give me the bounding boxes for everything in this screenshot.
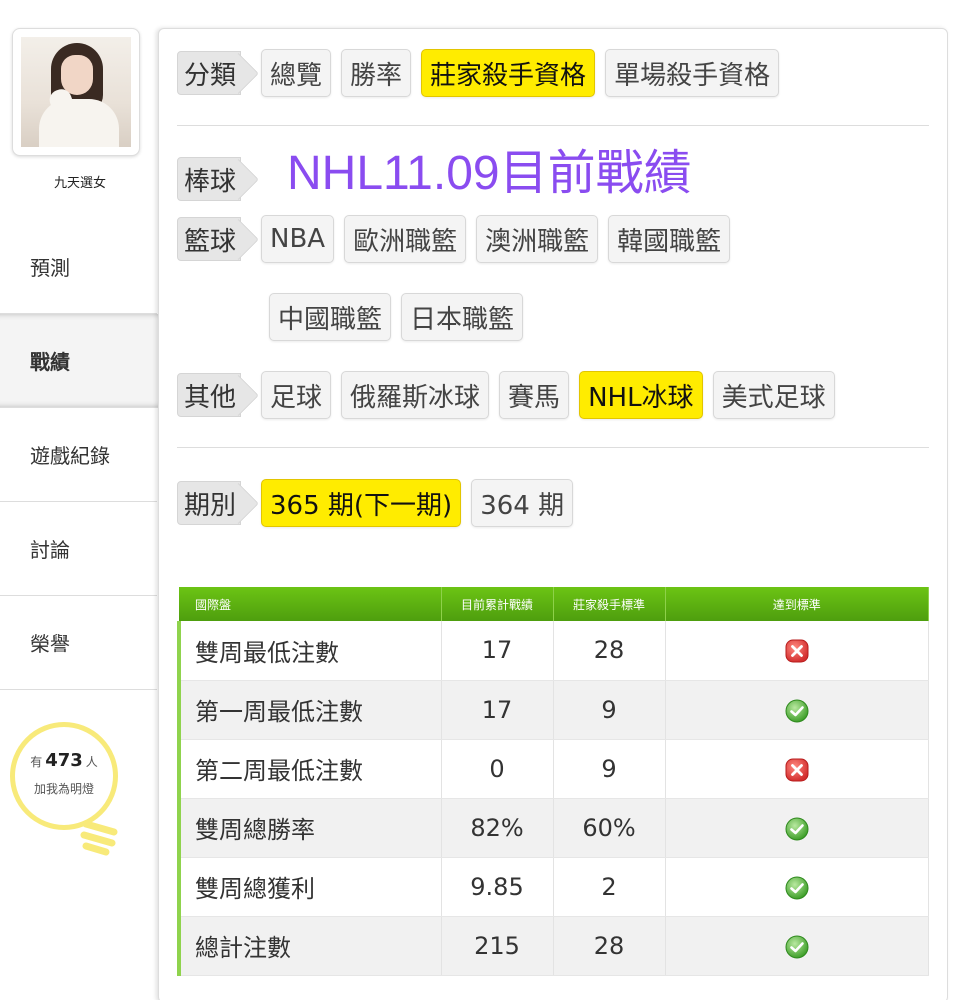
table-header-row: 國際盤 目前累計戰績 莊家殺手標準 達到標準 [179,587,929,621]
fan-label: 加我為明燈 [33,782,94,796]
row-current-value: 0 [441,739,554,799]
check-icon [785,932,809,960]
row-current-value: 215 [441,916,554,976]
main-panel: 分類 總覽 勝率 莊家殺手資格 單場殺手資格 棒球 NHL11.09目前戰績 籃… [158,28,948,1000]
row-status [665,916,929,976]
row-metric-name: 雙周總獲利 [177,857,442,917]
record-table: 國際盤 目前累計戰績 莊家殺手標準 達到標準 雙周最低注數 17 28 第一周最低注數… [177,587,929,976]
row-metric-name: 第一周最低注數 [177,680,442,740]
row-standard-value: 9 [553,739,666,799]
category-winrate-button[interactable]: 勝率 [341,49,412,97]
row-current-value: 9.85 [441,857,554,917]
period-364-button[interactable]: 364 期 [471,479,574,527]
league-china-basketball-button[interactable]: 中國職籃 [269,293,392,341]
row-standard-value: 28 [553,916,666,976]
baseball-row: 棒球 [177,157,261,201]
basketball-row-2: 中國職籃 日本職籃 [269,293,533,341]
league-nba-button[interactable]: NBA [261,215,335,263]
check-icon [785,696,809,724]
league-aus-basketball-button[interactable]: 澳洲職籃 [476,215,599,263]
table-row: 雙周總獲利 9.85 2 [177,857,929,917]
page-title: NHL11.09目前戰績 [287,147,692,200]
other-row: 其他 足球 俄羅斯冰球 賽馬 NHL冰球 美式足球 [177,371,845,419]
row-metric-name: 雙周最低注數 [177,621,442,681]
row-current-value: 17 [441,621,554,681]
column-header: 目前累計戰績 [441,587,554,621]
row-standard-value: 2 [553,857,666,917]
table-row: 雙周總勝率 82% 60% [177,798,929,858]
category-label: 分類 [177,51,242,95]
check-icon [785,814,809,842]
check-icon [785,873,809,901]
avatar[interactable] [12,28,140,156]
category-bookie-killer-button[interactable]: 莊家殺手資格 [421,49,596,97]
nav-item-record[interactable]: 戰績 [0,314,160,408]
league-euro-basketball-button[interactable]: 歐洲職籃 [344,215,467,263]
table-row: 第一周最低注數 17 9 [177,680,929,740]
category-single-killer-button[interactable]: 單場殺手資格 [605,49,780,97]
period-row: 期別 365 期(下一期) 364 期 [177,479,583,527]
league-russia-hockey-button[interactable]: 俄羅斯冰球 [341,371,490,419]
fan-count-line: 有 473 人 [30,750,98,771]
nav-item-predict[interactable]: 預測 [0,220,157,314]
league-japan-basketball-button[interactable]: 日本職籃 [401,293,524,341]
category-row: 分類 總覽 勝率 莊家殺手資格 單場殺手資格 [177,49,789,97]
row-standard-value: 60% [553,798,666,858]
bulb-base-icon [80,820,118,856]
table-row: 雙周最低注數 17 28 [177,621,929,681]
column-header: 莊家殺手標準 [553,587,666,621]
row-metric-name: 雙周總勝率 [177,798,442,858]
category-overview-button[interactable]: 總覽 [261,49,332,97]
row-status [665,739,929,799]
column-header: 國際盤 [179,587,442,621]
period-365-button[interactable]: 365 期(下一期) [261,479,462,527]
row-status [665,798,929,858]
row-metric-name: 第二周最低注數 [177,739,442,799]
username[interactable]: 九天選女 [0,172,160,191]
cross-icon [785,636,809,664]
row-current-value: 82% [441,798,554,858]
row-standard-value: 9 [553,680,666,740]
bulb-icon [10,722,118,830]
fan-count: 473 [45,750,83,771]
league-nhl-button[interactable]: NHL冰球 [579,371,703,419]
other-label: 其他 [177,373,242,417]
league-soccer-button[interactable]: 足球 [261,371,332,419]
table-row: 第二周最低注數 0 9 [177,739,929,799]
row-status [665,621,929,681]
table-row: 總計注數 215 28 [177,916,929,976]
nav-item-game-log[interactable]: 遊戲紀錄 [0,408,157,502]
league-horse-racing-button[interactable]: 賽馬 [499,371,570,419]
league-korea-basketball-button[interactable]: 韓國職籃 [608,215,731,263]
row-current-value: 17 [441,680,554,740]
column-header: 達到標準 [665,587,929,621]
avatar-photo [21,37,131,147]
row-metric-name: 總計注數 [177,916,442,976]
divider [177,125,929,126]
baseball-label[interactable]: 棒球 [177,157,242,201]
period-label: 期別 [177,481,242,525]
basketball-row: 籃球 NBA 歐洲職籃 澳洲職籃 韓國職籃 [177,215,740,263]
cross-icon [785,755,809,783]
divider [177,447,929,448]
row-status [665,857,929,917]
row-standard-value: 28 [553,621,666,681]
sidebar: 九天選女 預測 戰績 遊戲紀錄 討論 榮譽 有 473 人 加我為明燈 [0,0,160,1000]
league-american-football-button[interactable]: 美式足球 [712,371,835,419]
nav-item-honor[interactable]: 榮譽 [0,596,157,690]
nav-item-discussion[interactable]: 討論 [0,502,157,596]
follow-bulb[interactable]: 有 473 人 加我為明燈 [10,722,118,862]
row-status [665,680,929,740]
basketball-label: 籃球 [177,217,242,261]
